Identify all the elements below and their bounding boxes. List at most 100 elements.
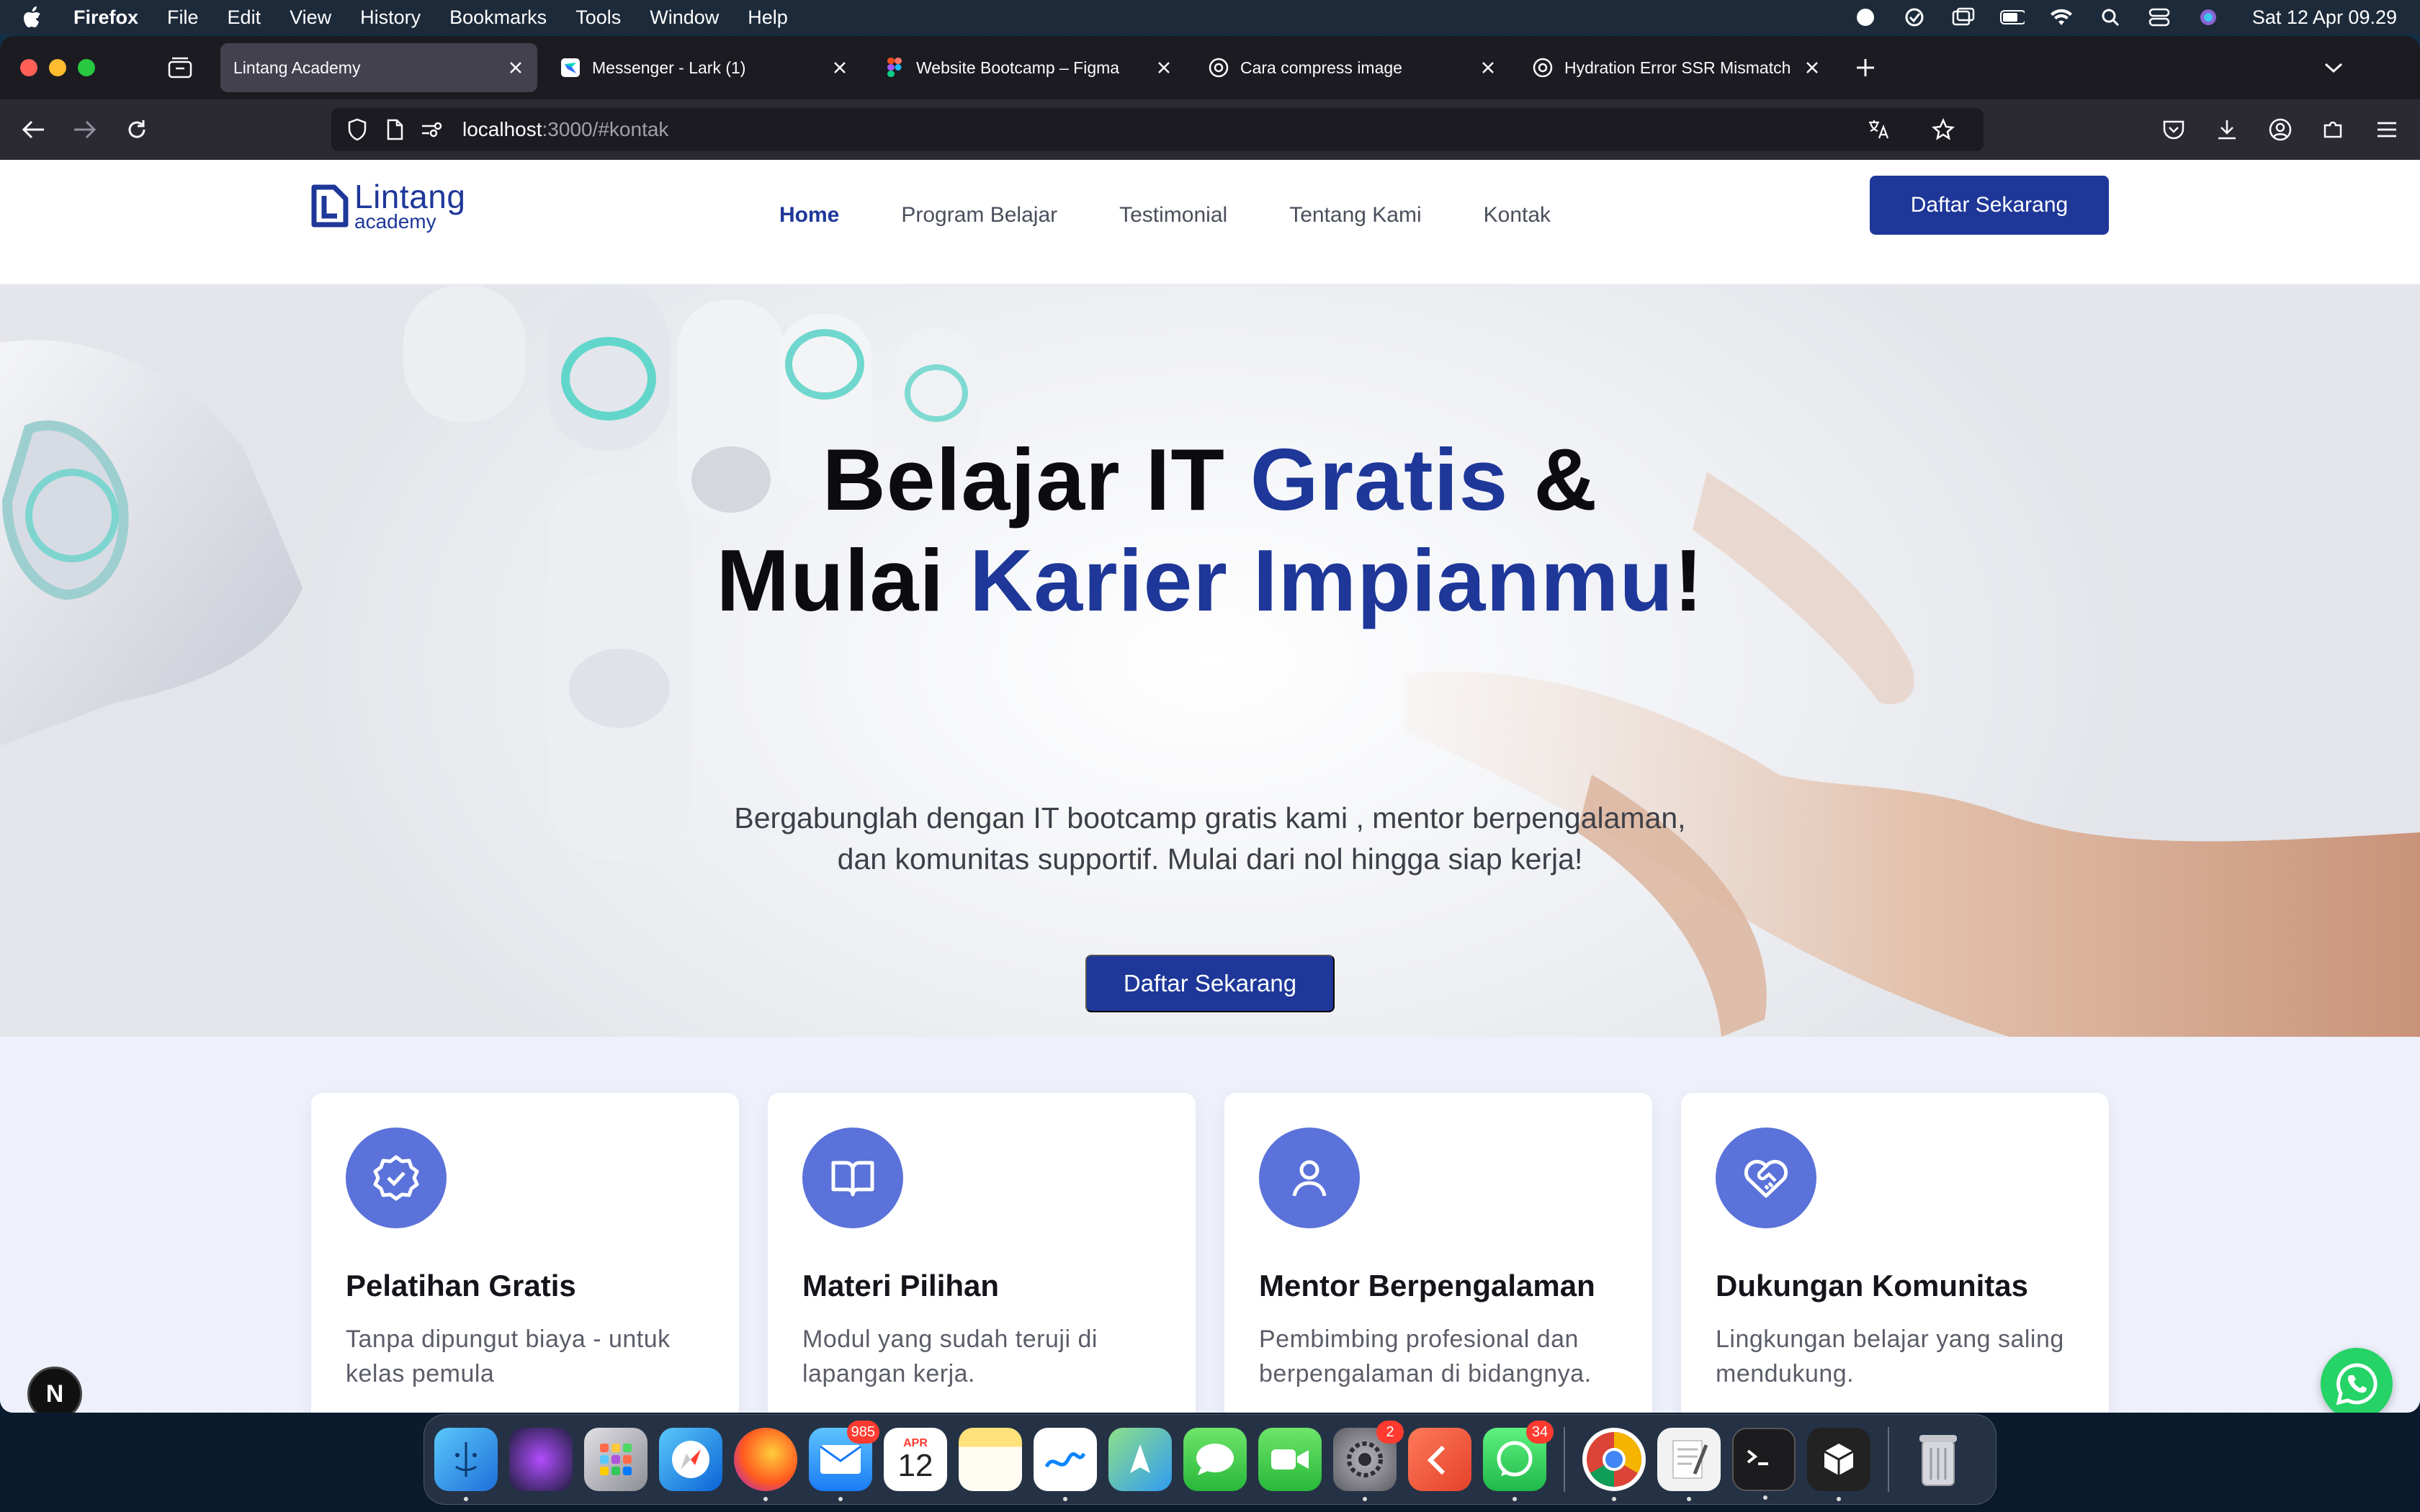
firefox-dock-icon[interactable] bbox=[734, 1428, 797, 1501]
address-bar[interactable]: localhost:3000/#kontak bbox=[331, 108, 1984, 151]
spotlight-search-icon[interactable] bbox=[2098, 6, 2123, 28]
feature-card: Materi Pilihan Modul yang sudah teruji d… bbox=[768, 1093, 1196, 1413]
menu-tools[interactable]: Tools bbox=[575, 6, 621, 29]
siri-dock-icon[interactable] bbox=[509, 1428, 573, 1491]
url-text: localhost:3000/#kontak bbox=[462, 118, 668, 141]
extensions-puzzle-icon[interactable] bbox=[2318, 114, 2349, 145]
git-client-dock-icon[interactable] bbox=[1408, 1428, 1471, 1491]
logo-word: Lintang bbox=[354, 178, 466, 215]
close-window-button[interactable] bbox=[20, 59, 37, 76]
trash-dock-icon[interactable] bbox=[1906, 1428, 1970, 1491]
figma-favicon-icon bbox=[884, 58, 905, 78]
feature-title: Pelatihan Gratis bbox=[346, 1269, 576, 1302]
site-logo[interactable]: Lintang academy bbox=[310, 180, 465, 232]
zoom-window-button[interactable] bbox=[78, 59, 95, 76]
forward-arrow-icon[interactable] bbox=[69, 114, 101, 145]
features-section: Pelatihan Gratis Tanpa dipungut biaya - … bbox=[0, 1037, 2420, 1413]
translate-icon[interactable] bbox=[1867, 118, 1890, 141]
apple-menu-icon[interactable] bbox=[23, 6, 43, 29]
lintang-logo-icon bbox=[311, 184, 349, 228]
badge-check-icon bbox=[346, 1128, 447, 1228]
tab-figma[interactable]: Website Bootcamp – Figma bbox=[871, 43, 1186, 92]
page-info-icon[interactable] bbox=[383, 118, 406, 141]
hamburger-menu-icon[interactable] bbox=[2371, 114, 2403, 145]
running-indicator bbox=[1512, 1497, 1517, 1501]
tracking-protection-shield-icon[interactable] bbox=[346, 118, 369, 141]
new-tab-plus-icon[interactable] bbox=[1854, 56, 1877, 79]
menu-app-name[interactable]: Firefox bbox=[73, 6, 138, 29]
tab-hydration-error[interactable]: Hydration Error SSR Mismatch bbox=[1520, 43, 1834, 92]
messages-dock-icon[interactable] bbox=[1183, 1428, 1247, 1491]
nav-link-kontak[interactable]: Kontak bbox=[1484, 203, 1551, 228]
screen-mirror-icon[interactable] bbox=[1951, 6, 1976, 28]
siri-icon[interactable] bbox=[2196, 6, 2220, 28]
close-tab-icon[interactable] bbox=[1803, 59, 1821, 76]
menu-view[interactable]: View bbox=[290, 6, 331, 29]
calendar-dock-icon[interactable]: APR 12 bbox=[884, 1428, 947, 1491]
textedit-dock-icon[interactable] bbox=[1657, 1428, 1721, 1501]
back-arrow-icon[interactable] bbox=[17, 114, 49, 145]
menu-file[interactable]: File bbox=[167, 6, 199, 29]
close-tab-icon[interactable] bbox=[1479, 59, 1497, 76]
tab-messenger-lark[interactable]: Messenger - Lark (1) bbox=[547, 43, 861, 92]
tab-bar: Lintang Academy Messenger - Lark (1) Web… bbox=[0, 36, 2420, 99]
bookmark-star-icon[interactable] bbox=[1932, 118, 1955, 141]
calendar-day: 12 bbox=[897, 1448, 933, 1483]
tab-overview-icon[interactable] bbox=[167, 56, 193, 79]
tab-title: Cara compress image bbox=[1240, 58, 1402, 77]
list-all-tabs-chevron-icon[interactable] bbox=[2322, 58, 2345, 78]
nav-link-program-belajar[interactable]: Program Belajar bbox=[901, 203, 1057, 228]
launchpad-dock-icon[interactable] bbox=[584, 1428, 647, 1491]
wifi-icon[interactable] bbox=[2049, 6, 2074, 28]
feature-card: Mentor Berpengalaman Pembimbing profesio… bbox=[1224, 1093, 1652, 1413]
menubar-clock[interactable]: Sat 12 Apr 09.29 bbox=[2252, 6, 2397, 29]
mail-dock-icon[interactable]: 985 bbox=[809, 1421, 879, 1501]
maps-dock-icon[interactable] bbox=[1108, 1428, 1172, 1491]
hero-register-button[interactable]: Daftar Sekarang bbox=[1085, 955, 1335, 1012]
finder-dock-icon[interactable] bbox=[434, 1428, 498, 1501]
freeform-dock-icon[interactable] bbox=[1034, 1428, 1097, 1501]
whatsapp-floating-button[interactable] bbox=[2321, 1348, 2393, 1413]
close-tab-icon[interactable] bbox=[1155, 59, 1173, 76]
minimize-window-button[interactable] bbox=[49, 59, 66, 76]
reload-icon[interactable] bbox=[121, 114, 153, 145]
site-header: Lintang academy Home Program Belajar Tes… bbox=[0, 160, 2420, 285]
header-register-button[interactable]: Daftar Sekarang bbox=[1870, 176, 2109, 235]
control-center-icon[interactable] bbox=[2147, 6, 2172, 28]
close-tab-icon[interactable] bbox=[507, 59, 524, 76]
menu-bookmarks[interactable]: Bookmarks bbox=[449, 6, 547, 29]
tab-lintang-academy[interactable]: Lintang Academy bbox=[220, 43, 537, 92]
nav-link-home[interactable]: Home bbox=[779, 203, 839, 228]
terminal-dock-icon[interactable] bbox=[1732, 1428, 1796, 1500]
cube-app-dock-icon[interactable] bbox=[1807, 1428, 1870, 1501]
menu-window[interactable]: Window bbox=[650, 6, 719, 29]
macos-menubar: Firefox File Edit View History Bookmarks… bbox=[0, 0, 2420, 35]
menu-history[interactable]: History bbox=[360, 6, 421, 29]
vpn-status-icon[interactable] bbox=[1853, 6, 1878, 28]
menu-edit[interactable]: Edit bbox=[228, 6, 261, 29]
whatsapp-unread-badge: 34 bbox=[1526, 1421, 1554, 1444]
downloads-icon[interactable] bbox=[2211, 114, 2243, 145]
nav-link-testimonial[interactable]: Testimonial bbox=[1119, 203, 1227, 228]
hero-title-line1: Belajar IT Gratis & bbox=[823, 431, 1598, 528]
tab-title: Lintang Academy bbox=[233, 58, 361, 77]
system-settings-dock-icon[interactable]: 2 bbox=[1333, 1421, 1404, 1501]
chrome-dock-icon[interactable] bbox=[1582, 1428, 1646, 1501]
menu-help[interactable]: Help bbox=[748, 6, 788, 29]
feature-description: Lingkungan belajar yang saling mendukung… bbox=[1716, 1326, 2064, 1387]
tab-cara-compress-image[interactable]: Cara compress image bbox=[1196, 43, 1510, 92]
whatsapp-dock-icon[interactable]: 34 bbox=[1483, 1421, 1554, 1501]
battery-icon[interactable] bbox=[1999, 6, 2025, 28]
close-tab-icon[interactable] bbox=[831, 59, 848, 76]
logo-subword: academy bbox=[354, 210, 436, 233]
notes-dock-icon[interactable] bbox=[959, 1428, 1022, 1491]
pocket-icon[interactable] bbox=[2158, 114, 2190, 145]
window-controls bbox=[20, 59, 95, 76]
nav-link-tentang-kami[interactable]: Tentang Kami bbox=[1289, 203, 1421, 228]
sync-status-icon[interactable] bbox=[1902, 6, 1927, 28]
safari-dock-icon[interactable] bbox=[659, 1428, 722, 1491]
facetime-dock-icon[interactable] bbox=[1258, 1428, 1322, 1491]
permissions-icon[interactable] bbox=[421, 118, 444, 141]
account-icon[interactable] bbox=[2264, 114, 2296, 145]
running-indicator bbox=[1837, 1497, 1841, 1501]
